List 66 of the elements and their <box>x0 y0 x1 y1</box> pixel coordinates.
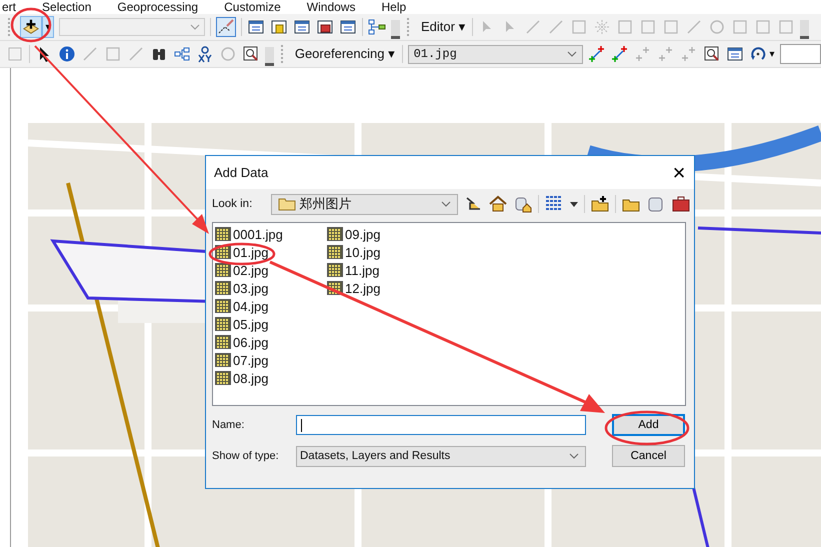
menu-item[interactable]: Windows <box>304 1 358 14</box>
file-item[interactable]: 11.jpg <box>327 261 439 279</box>
raster-file-icon <box>215 227 231 241</box>
look-in-label: Look in: <box>212 198 254 210</box>
raster-file-icon <box>215 263 231 277</box>
model-builder-icon[interactable] <box>368 18 386 36</box>
toolbar-overflow-icon[interactable] <box>391 20 400 39</box>
menu-item[interactable]: Geoprocessing <box>115 1 200 14</box>
menu-item[interactable]: Help <box>379 1 408 14</box>
raster-file-icon <box>327 227 343 241</box>
menu-item[interactable]: ert <box>0 1 18 14</box>
zoom-window-icon[interactable] <box>242 45 260 63</box>
highlight-circle <box>208 242 276 266</box>
file-item[interactable]: 07.jpg <box>215 351 327 369</box>
file-item[interactable]: 08.jpg <box>215 369 327 387</box>
file-item[interactable]: 01.jpg <box>215 243 327 261</box>
file-item[interactable]: 10.jpg <box>327 243 439 261</box>
raster-file-icon <box>215 371 231 385</box>
add-data-button[interactable] <box>20 16 42 38</box>
name-label: Name: <box>212 419 246 431</box>
chevron-down-icon <box>441 201 452 207</box>
add-button[interactable]: Add <box>612 414 685 436</box>
home-icon[interactable] <box>488 194 508 214</box>
georeferencing-menu[interactable]: Georeferencing ▾ <box>292 46 397 62</box>
xy-icon[interactable] <box>196 45 214 63</box>
raster-file-icon <box>215 281 231 295</box>
connect-folder-icon[interactable] <box>590 194 610 214</box>
file-item[interactable]: 0001.jpg <box>215 225 327 243</box>
toolbar-overflow-icon[interactable] <box>264 47 274 66</box>
raster-file-icon <box>215 317 231 331</box>
file-item[interactable]: 04.jpg <box>215 297 327 315</box>
table-window-icon[interactable] <box>247 18 265 36</box>
close-button[interactable]: × <box>664 158 694 188</box>
rotate-dropdown[interactable]: ▾ <box>769 48 775 60</box>
info-icon[interactable] <box>58 45 76 63</box>
chevron-down-icon <box>569 453 579 459</box>
raster-file-icon <box>215 353 231 367</box>
show-of-type-label: Show of type: <box>212 450 280 462</box>
file-item[interactable]: 05.jpg <box>215 315 327 333</box>
chevron-down-icon <box>567 51 578 57</box>
file-item[interactable]: 12.jpg <box>327 279 439 297</box>
look-in-dropdown[interactable]: 郑州图片 <box>270 194 458 214</box>
dialog-title: Add Data <box>214 165 268 180</box>
auto-control-points-icon[interactable] <box>611 45 630 63</box>
add-control-points-icon[interactable] <box>588 45 606 63</box>
file-item[interactable]: 06.jpg <box>215 333 327 351</box>
rotation-field[interactable] <box>780 44 821 64</box>
file-item[interactable]: 03.jpg <box>215 279 327 297</box>
file-item[interactable]: 02.jpg <box>215 261 327 279</box>
folder-icon <box>278 197 296 211</box>
menu-item[interactable]: Customize <box>222 1 283 14</box>
layer-dropdown[interactable]: 01.jpg <box>408 44 584 64</box>
raster-file-icon <box>327 263 343 277</box>
editor-toolbar-icon[interactable] <box>216 17 236 37</box>
raster-file-icon <box>215 299 231 313</box>
file-item[interactable]: 09.jpg <box>327 225 439 243</box>
menu-item[interactable]: Selection <box>40 1 94 14</box>
name-field[interactable] <box>296 415 586 435</box>
chevron-down-icon <box>190 24 200 30</box>
cancel-button[interactable]: Cancel <box>612 445 685 467</box>
link-table-icon[interactable] <box>726 45 744 63</box>
raster-file-icon <box>327 245 343 259</box>
raster-file-icon <box>215 335 231 349</box>
editor-menu[interactable]: Editor ▾ <box>419 19 468 35</box>
toolbar-overflow-icon[interactable] <box>800 20 810 39</box>
type-dropdown[interactable]: Datasets, Layers and Results <box>296 446 586 466</box>
